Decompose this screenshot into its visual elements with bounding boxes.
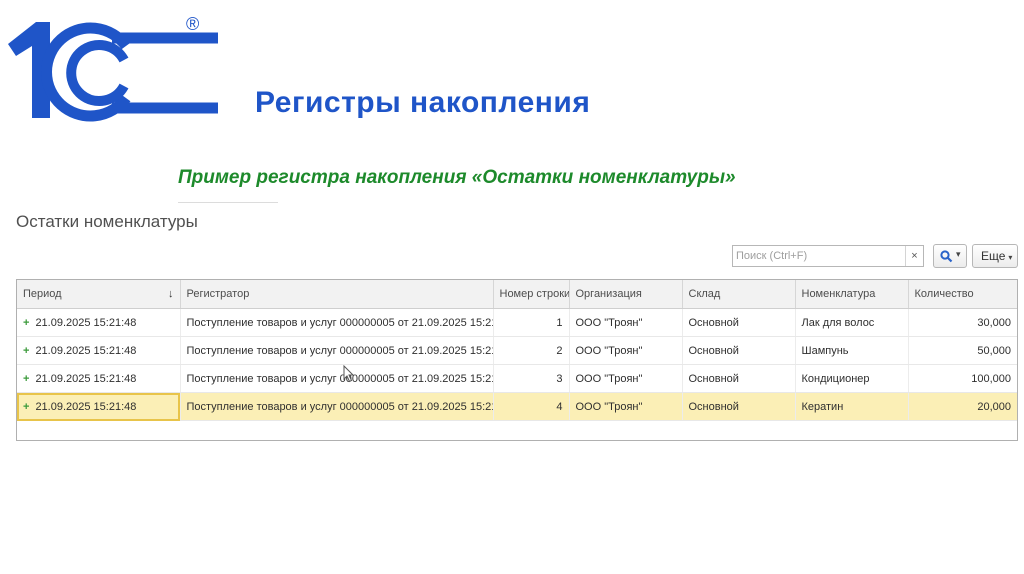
table-header: Период ↓ Регистратор Номер строки Организ…	[17, 280, 1017, 309]
cell-warehouse: Основной	[682, 308, 796, 337]
table-row[interactable]: +21.09.2025 15:21:48 Поступление товаров…	[17, 336, 1017, 365]
cell-registrar: Поступление товаров и услуг 000000005 от…	[180, 392, 494, 421]
cell-organization: ООО "Троян"	[569, 364, 683, 393]
mouse-cursor-icon	[343, 365, 355, 383]
cell-line-number: 3	[493, 364, 570, 393]
search-button[interactable]: ▾	[933, 244, 967, 268]
cell-registrar: Поступление товаров и услуг 000000005 от…	[180, 308, 494, 337]
table-row[interactable]: +21.09.2025 15:21:48 Поступление товаров…	[17, 364, 1017, 393]
column-header-line-number[interactable]: Номер строки	[493, 280, 570, 309]
cell-period: +21.09.2025 15:21:48	[17, 392, 181, 421]
cell-nomenclature: Кондиционер	[795, 364, 909, 393]
chevron-down-icon: ▾	[956, 249, 961, 259]
sort-descending-icon: ↓	[168, 288, 174, 300]
more-button[interactable]: Еще ▾	[972, 244, 1018, 268]
cell-line-number: 1	[493, 308, 570, 337]
cell-line-number: 4	[493, 392, 570, 421]
magnifier-icon	[940, 250, 953, 263]
cell-registrar: Поступление товаров и услуг 000000005 от…	[180, 336, 494, 365]
form-title: Остатки номенклатуры	[16, 212, 198, 231]
table-row-selected[interactable]: +21.09.2025 15:21:48 Поступление товаров…	[17, 392, 1017, 421]
clear-search-button[interactable]: ×	[905, 246, 923, 266]
register-table: Период ↓ Регистратор Номер строки Организ…	[16, 279, 1018, 441]
cell-organization: ООО "Троян"	[569, 308, 683, 337]
cell-registrar: Поступление товаров и услуг 000000005 от…	[180, 364, 494, 393]
cell-period: +21.09.2025 15:21:48	[17, 364, 181, 393]
column-header-period[interactable]: Период ↓	[17, 280, 181, 309]
search-placeholder[interactable]: Поиск (Ctrl+F)	[736, 250, 807, 262]
column-header-warehouse[interactable]: Склад	[682, 280, 796, 309]
cell-period: +21.09.2025 15:21:48	[17, 308, 181, 337]
search-field[interactable]: Поиск (Ctrl+F) ×	[732, 245, 924, 267]
cell-quantity: 100,000	[908, 364, 1017, 393]
cell-quantity: 50,000	[908, 336, 1017, 365]
brand-logo: ®	[6, 14, 226, 124]
cell-warehouse: Основной	[682, 364, 796, 393]
column-header-registrar[interactable]: Регистратор	[180, 280, 494, 309]
column-header-nomenclature[interactable]: Номенклатура	[795, 280, 909, 309]
cell-period: +21.09.2025 15:21:48	[17, 336, 181, 365]
plus-icon: +	[23, 344, 30, 357]
plus-icon: +	[23, 372, 30, 385]
trademark-mark: ®	[186, 14, 200, 34]
cell-organization: ООО "Троян"	[569, 336, 683, 365]
slide-subtitle: Пример регистра накопления «Остатки номе…	[178, 167, 736, 188]
cell-nomenclature: Лак для волос	[795, 308, 909, 337]
cell-organization: ООО "Троян"	[569, 392, 683, 421]
cell-warehouse: Основной	[682, 392, 796, 421]
more-button-label: Еще	[981, 249, 1006, 263]
plus-icon: +	[23, 316, 30, 329]
cell-nomenclature: Кератин	[795, 392, 909, 421]
cell-nomenclature: Шампунь	[795, 336, 909, 365]
cell-warehouse: Основной	[682, 336, 796, 365]
column-header-quantity[interactable]: Количество	[908, 280, 1017, 309]
chevron-down-icon: ▾	[1008, 253, 1013, 262]
cell-quantity: 20,000	[908, 392, 1017, 421]
plus-icon: +	[23, 400, 30, 413]
divider	[178, 202, 278, 203]
cell-line-number: 2	[493, 336, 570, 365]
slide-title: Регистры накопления	[255, 86, 591, 119]
table-row[interactable]: +21.09.2025 15:21:48 Поступление товаров…	[17, 308, 1017, 337]
column-header-organization[interactable]: Организация	[569, 280, 683, 309]
cell-quantity: 30,000	[908, 308, 1017, 337]
